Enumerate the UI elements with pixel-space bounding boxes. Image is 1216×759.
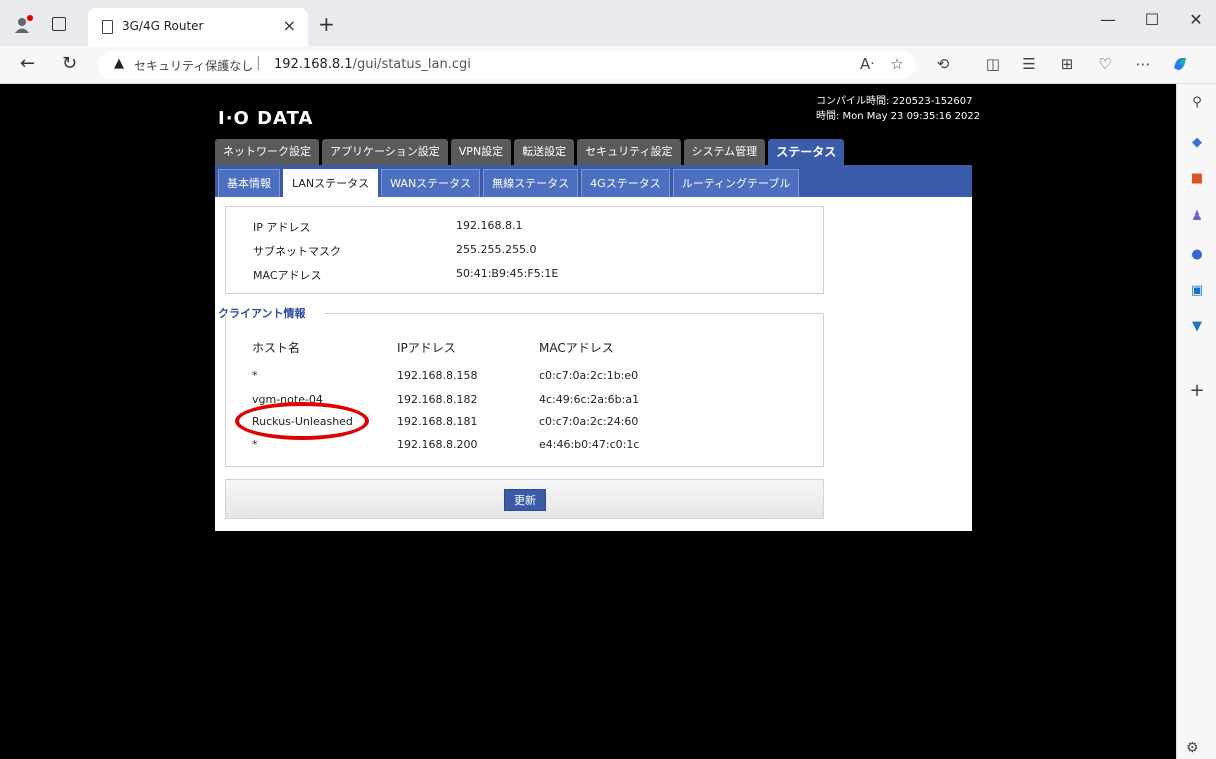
security-status[interactable]: セキュリティ保護なし — [134, 57, 253, 74]
refresh-button[interactable]: 更新 — [504, 489, 546, 511]
highlight-circle — [235, 402, 369, 440]
current-time: 時間: Mon May 23 09:35:16 2022 — [816, 111, 981, 122]
subnet-mask-value: 255.255.255.0 — [456, 243, 537, 256]
browser-tab[interactable]: 3G/4G Router × — [88, 8, 308, 46]
sub-tab-bar: 基本情報 LANステータス WANステータス 無線ステータス 4Gステータス ル… — [215, 165, 972, 197]
office-icon[interactable]: ● — [1188, 246, 1206, 264]
more-icon[interactable]: ⋯ — [1132, 55, 1154, 73]
heart-pulse-icon[interactable]: ♡ — [1094, 55, 1116, 73]
star-icon[interactable]: ☆ — [886, 55, 908, 73]
favorites-list-icon[interactable]: ☰ — [1018, 55, 1040, 73]
client-ip: 192.168.8.200 — [397, 438, 478, 451]
sub-tabs: 基本情報 LANステータス WANステータス 無線ステータス 4Gステータス ル… — [218, 169, 800, 197]
subtab-wireless-status[interactable]: 無線ステータス — [483, 169, 579, 197]
client-mac: c0:c7:0a:2c:24:60 — [539, 415, 639, 428]
client-mac: e4:46:b0:47:c0:1c — [539, 438, 640, 451]
minimize-icon[interactable]: — — [1096, 10, 1120, 29]
tab-network-settings[interactable]: ネットワーク設定 — [215, 139, 319, 165]
url-path: /gui/status_lan.cgi — [352, 57, 471, 72]
compile-time: コンパイル時間: 220523-152607 — [816, 96, 973, 107]
subtab-basic-info[interactable]: 基本情報 — [218, 169, 280, 197]
button-bar: 更新 — [225, 479, 824, 519]
send-icon[interactable]: ▼ — [1188, 318, 1206, 336]
client-ip: 192.168.8.182 — [397, 393, 478, 406]
close-icon[interactable]: ✕ — [1184, 10, 1208, 29]
outlook-icon[interactable]: ▣ — [1188, 282, 1206, 300]
mac-address-label: MACアドレス — [253, 269, 322, 282]
tab-forwarding-settings[interactable]: 転送設定 — [514, 139, 575, 165]
toolbox-icon[interactable]: ■ — [1188, 170, 1206, 188]
subtab-4g-status[interactable]: 4Gステータス — [581, 169, 670, 197]
split-screen-icon[interactable]: ◫ — [982, 55, 1004, 73]
ip-address-value: 192.168.8.1 — [456, 219, 523, 232]
client-host: * — [252, 438, 258, 451]
subtab-wan-status[interactable]: WANステータス — [381, 169, 481, 197]
extensions-icon[interactable]: ⟲ — [932, 55, 954, 73]
client-mac: 4c:49:6c:2a:6b:a1 — [539, 393, 640, 406]
tab-actions-icon[interactable] — [52, 17, 66, 31]
main-tabs: ネットワーク設定 アプリケーション設定 VPN設定 転送設定 セキュリティ設定 … — [215, 139, 845, 165]
tab-status[interactable]: ステータス — [768, 139, 845, 165]
url-separator: | — [256, 55, 261, 71]
tab-vpn-settings[interactable]: VPN設定 — [450, 139, 512, 165]
copilot-icon[interactable] — [1170, 54, 1190, 74]
tab-title: 3G/4G Router — [122, 19, 204, 33]
client-ip: 192.168.8.158 — [397, 369, 478, 382]
tab-application-settings[interactable]: アプリケーション設定 — [322, 139, 448, 165]
url-text[interactable]: 192.168.8.1/gui/status_lan.cgi — [274, 57, 471, 72]
subtab-lan-status[interactable]: LANステータス — [283, 169, 379, 197]
close-icon[interactable]: × — [283, 16, 296, 35]
browser-sidebar: ⚲ ◆ ■ ♟ ● ▣ ▼ + — [1176, 84, 1216, 759]
plus-icon[interactable]: + — [1188, 382, 1206, 400]
maximize-icon[interactable]: ☐ — [1140, 10, 1164, 29]
client-host: * — [252, 369, 258, 382]
mac-address-value: 50:41:B9:45:F5:1E — [456, 267, 559, 280]
refresh-icon[interactable]: ↻ — [62, 53, 77, 74]
tag-icon[interactable]: ◆ — [1188, 134, 1206, 152]
url-host: 192.168.8.1 — [274, 57, 353, 72]
browser-titlebar: 3G/4G Router × + — ☐ ✕ — [0, 0, 1216, 46]
back-icon[interactable]: ← — [20, 53, 35, 74]
col-header-host: ホスト名 — [252, 341, 301, 355]
logo: I·O DATA — [218, 108, 314, 129]
people-icon[interactable]: ♟ — [1188, 208, 1206, 226]
address-row: ← ↻ ▲ セキュリティ保護なし | 192.168.8.1/gui/statu… — [0, 46, 1216, 84]
subtab-routing-table[interactable]: ルーティングテーブル — [672, 169, 800, 197]
content-panel: IP アドレス 192.168.8.1 サブネットマスク 255.255.255… — [215, 197, 972, 531]
client-ip: 192.168.8.181 — [397, 415, 478, 428]
col-header-ip: IPアドレス — [397, 341, 456, 355]
ip-address-label: IP アドレス — [253, 221, 311, 234]
profile-icon[interactable] — [12, 14, 34, 36]
gear-icon[interactable]: ⚙ — [1186, 740, 1199, 756]
page-icon — [102, 20, 113, 34]
warning-icon[interactable]: ▲ — [114, 56, 124, 71]
client-info-box — [225, 313, 824, 467]
collections-icon[interactable]: ⊞ — [1056, 55, 1078, 73]
tab-security-settings[interactable]: セキュリティ設定 — [577, 139, 681, 165]
header-times: コンパイル時間: 220523-152607 時間: Mon May 23 09… — [816, 94, 980, 124]
col-header-mac: MACアドレス — [539, 341, 614, 355]
router-page: I·O DATA コンパイル時間: 220523-152607 時間: Mon … — [8, 84, 1175, 759]
tab-system-management[interactable]: システム管理 — [683, 139, 766, 165]
lan-info-box: IP アドレス 192.168.8.1 サブネットマスク 255.255.255… — [225, 206, 824, 294]
client-mac: c0:c7:0a:2c:1b:e0 — [539, 369, 639, 382]
read-aloud-icon[interactable]: Aᐧ — [856, 55, 878, 73]
subnet-mask-label: サブネットマスク — [253, 245, 341, 258]
search-icon[interactable]: ⚲ — [1188, 94, 1206, 112]
plus-icon[interactable]: + — [318, 12, 335, 36]
address-bar[interactable]: ▲ セキュリティ保護なし | 192.168.8.1/gui/status_la… — [98, 51, 916, 79]
